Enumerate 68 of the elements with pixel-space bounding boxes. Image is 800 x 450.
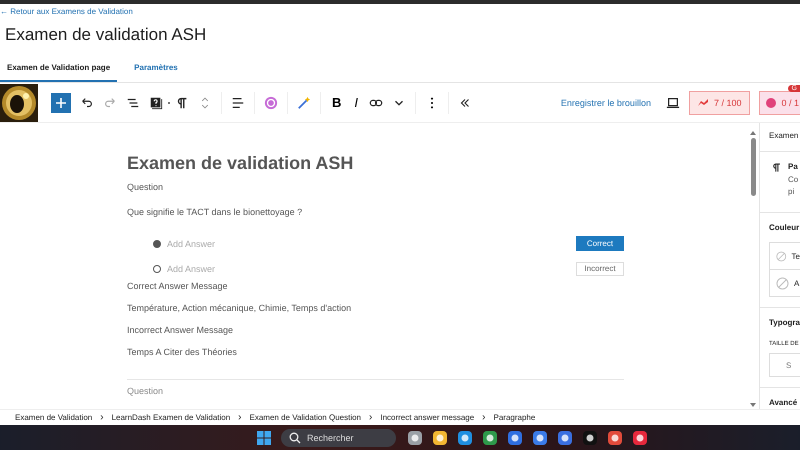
section-heading[interactable]: Typogra (769, 318, 800, 327)
score-button[interactable]: 0 / 1 (759, 90, 800, 114)
plus-icon (55, 96, 67, 108)
color-option[interactable]: A (770, 270, 800, 296)
magic-wand-icon[interactable] (297, 96, 311, 110)
laptop-icon[interactable] (666, 96, 680, 110)
paragraph-text: Température, Action mécanique, Chimie, Temps d'action (127, 303, 352, 315)
app-icon[interactable] (582, 430, 598, 446)
back-link[interactable]: ← Retour aux Examens de Validation (0, 4, 800, 17)
size-option[interactable]: S (769, 353, 800, 377)
no-color-icon (776, 250, 787, 262)
app-icon[interactable] (557, 430, 573, 446)
app-icon[interactable] (432, 430, 448, 446)
circle-icon (766, 98, 776, 108)
italic-button[interactable]: I (352, 95, 360, 110)
breadcrumb-item[interactable]: Examen de Validation (15, 413, 92, 422)
question-label: Question (127, 182, 164, 192)
block-title: Pa (788, 162, 798, 171)
chevron-icon: › (369, 412, 372, 423)
no-color-icon (776, 276, 789, 290)
section-heading[interactable]: Avancé (769, 398, 800, 407)
sidebar-tab[interactable]: Examen (769, 131, 798, 140)
question-text: Que signifie le TACT dans le bionettoyage ? (127, 207, 304, 217)
app-icon[interactable] (532, 430, 548, 446)
page-title: Examen de validation ASH (5, 24, 208, 46)
app-icon[interactable] (507, 430, 523, 446)
breadcrumb-item[interactable]: Examen de Validation Question (250, 413, 361, 422)
question-block-icon[interactable] (149, 96, 163, 110)
bold-button[interactable]: B (330, 95, 344, 110)
app-icon[interactable] (482, 430, 498, 446)
answer-status-button[interactable]: Incorrect (576, 262, 624, 276)
score-button[interactable]: 7 / 100 (688, 90, 750, 114)
scrollbar-thumb[interactable] (750, 138, 756, 196)
add-block-button[interactable] (51, 92, 71, 112)
answer-radio[interactable] (153, 240, 161, 248)
align-icon[interactable] (231, 96, 245, 110)
breadcrumb-item[interactable]: Paragraphe (494, 413, 536, 422)
paragraph-icon[interactable] (175, 96, 189, 110)
app-icon[interactable] (457, 430, 473, 446)
app-icon[interactable] (632, 430, 648, 446)
app-icon[interactable] (607, 430, 623, 446)
scroll-up-icon[interactable] (750, 131, 756, 135)
breadcrumb-item[interactable]: LearnDash Examen de Validation (112, 413, 230, 422)
color-option[interactable]: Te (770, 243, 800, 270)
tab[interactable]: Paramètres (127, 54, 185, 82)
undo-icon[interactable] (80, 96, 94, 110)
post-heading: Examen de validation ASH (127, 153, 354, 174)
paragraph-text: Temps A Citer des Théories (127, 347, 238, 359)
windows-start-icon[interactable] (256, 430, 272, 446)
breadcrumb-item[interactable]: Incorrect answer message (380, 413, 474, 422)
answer-status-button[interactable]: Correct (576, 236, 624, 251)
answer-radio[interactable] (153, 264, 161, 272)
paragraph-text: Incorrect Answer Message (127, 325, 234, 337)
question-label: Question (127, 386, 164, 396)
chart-icon (698, 98, 709, 107)
search-icon (289, 432, 301, 444)
tab[interactable]: Examen de Validation page (0, 54, 118, 82)
section-heading[interactable]: Couleur (769, 223, 800, 232)
block-description: Co pi (788, 174, 798, 198)
paragraph-icon (771, 162, 782, 173)
paragraph-text: Correct Answer Message (127, 281, 229, 293)
save-draft-button[interactable]: Enregistrer le brouillon (554, 96, 657, 108)
scroll-down-icon[interactable] (750, 403, 756, 407)
chevron-icon: › (238, 412, 242, 423)
chevron-icon: › (100, 412, 104, 423)
app-icon[interactable] (407, 430, 423, 446)
taskbar-search-field[interactable]: Rechercher (281, 428, 396, 446)
chevron-icon: › (482, 412, 486, 423)
